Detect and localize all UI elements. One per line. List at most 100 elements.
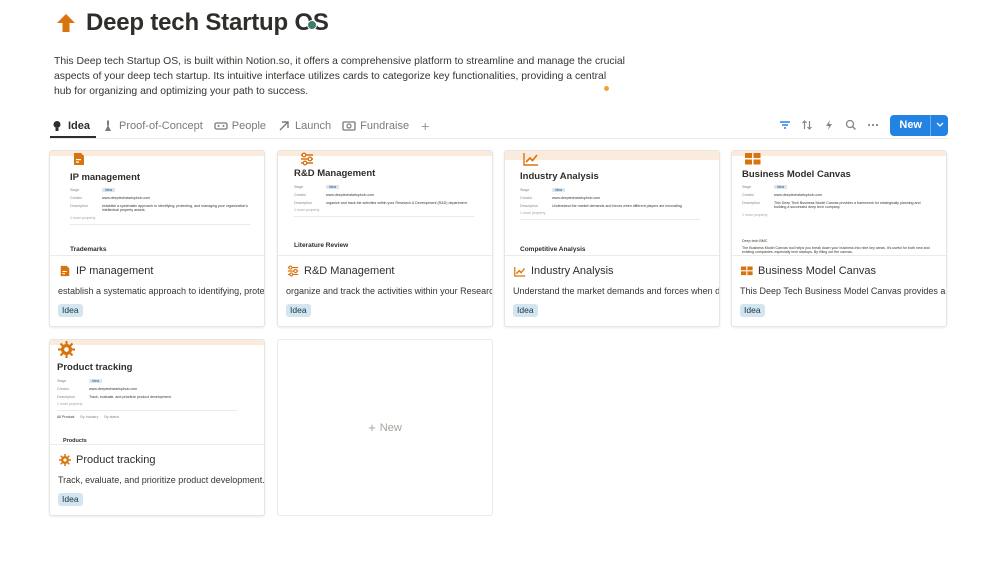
preview-more: 1 more property bbox=[70, 215, 96, 220]
stage-tag: Idea bbox=[740, 304, 765, 317]
preview-more: 1 more property bbox=[294, 208, 320, 213]
presence-avatar bbox=[307, 20, 317, 30]
preview-prop: Stage Idea bbox=[57, 379, 253, 384]
preview-prop: Stage Idea bbox=[70, 188, 250, 193]
card-description: Track, evaluate, and prioritize product … bbox=[58, 475, 265, 485]
tab-label: People bbox=[231, 120, 267, 132]
preview-prop: Creator www.deeptechstartuphub.com bbox=[70, 195, 151, 200]
preview-body: The Business Model Canvas tool helps you… bbox=[742, 246, 930, 255]
card-cover bbox=[732, 151, 946, 156]
preview-properties: Stage Idea Creator www.deeptechstartuphub.… bbox=[294, 185, 474, 221]
chevron-down-icon[interactable] bbox=[930, 114, 948, 136]
page-title[interactable]: Deep tech Startup OS bbox=[86, 9, 329, 37]
card-description: Understand the market demands and forces… bbox=[513, 286, 720, 296]
preview-section: Literature Review bbox=[294, 242, 349, 249]
card-title-row: R&D Management bbox=[286, 263, 395, 279]
flask-icon bbox=[101, 119, 115, 133]
more-icon[interactable] bbox=[862, 114, 884, 136]
card-preview: IP management Stage Idea Creator www.deept… bbox=[50, 151, 264, 256]
filter-icon[interactable] bbox=[774, 114, 796, 136]
sort-icon[interactable] bbox=[796, 114, 818, 136]
title-row: Deep tech Startup OS bbox=[54, 8, 329, 38]
tab-label: Launch bbox=[295, 120, 332, 132]
grid-canvas-icon bbox=[740, 265, 753, 278]
preview-section: Products bbox=[63, 438, 87, 444]
card-description: establish a systematic approach to ident… bbox=[58, 286, 265, 296]
preview-title: IP management bbox=[70, 172, 141, 183]
preview-section: Deep tech BMC bbox=[742, 239, 768, 243]
preview-more: 1 more property bbox=[742, 212, 768, 217]
view-tabs: Idea Proof-of-Concept People Launch Fund… bbox=[50, 114, 429, 138]
preview-divider bbox=[70, 223, 250, 225]
new-card-button[interactable]: + New bbox=[277, 339, 493, 516]
card-title: Product tracking bbox=[76, 454, 156, 466]
card-description: organize and track the activities within… bbox=[286, 286, 492, 296]
card-cover bbox=[50, 340, 264, 345]
preview-title: Industry Analysis bbox=[520, 171, 599, 182]
gallery-card[interactable]: Industry Analysis Stage Idea Creator www.d… bbox=[504, 150, 720, 327]
preview-title: Business Model Canvas bbox=[742, 169, 851, 180]
tab-launch[interactable]: Launch bbox=[277, 115, 331, 137]
preview-prop: Creator www.deeptechstartuphub.com bbox=[520, 195, 601, 200]
card-preview: Industry Analysis Stage Idea Creator www.d… bbox=[505, 151, 719, 256]
new-card-label: New bbox=[379, 421, 402, 434]
arrow-up-icon[interactable] bbox=[54, 11, 78, 35]
gallery-card[interactable]: Product tracking Stage Idea Creator www.de… bbox=[49, 339, 265, 516]
preview-divider bbox=[294, 216, 474, 218]
vr-goggles-icon bbox=[214, 119, 228, 133]
gallery-card[interactable]: Business Model Canvas Stage Idea Creator w… bbox=[731, 150, 947, 327]
lightning-icon[interactable] bbox=[818, 114, 840, 136]
database-toolbar: New bbox=[774, 114, 948, 136]
card-preview: Business Model Canvas Stage Idea Creator w… bbox=[732, 151, 946, 256]
preview-prop: Description establish a systematic approa… bbox=[70, 203, 248, 212]
preview-divider bbox=[520, 219, 700, 221]
preview-prop: Creator www.deeptechstartuphub.com bbox=[294, 192, 375, 197]
preview-prop: Description organize and track the activi… bbox=[294, 200, 468, 205]
tab-proof-of-concept[interactable]: Proof-of-Concept bbox=[101, 115, 203, 137]
add-view-button[interactable]: + bbox=[421, 119, 429, 133]
preview-title: Product tracking bbox=[57, 362, 133, 373]
new-button[interactable]: New bbox=[890, 114, 948, 136]
stage-tag: Idea bbox=[286, 304, 311, 317]
preview-properties: Stage Idea Creator www.deeptechstartuphub.… bbox=[70, 188, 250, 229]
new-button-label: New bbox=[899, 119, 922, 131]
preview-prop: Description Understand the market demands… bbox=[520, 203, 682, 208]
preview-prop: Description Track, evaluate, and prioriti… bbox=[57, 394, 172, 399]
grid-canvas-icon bbox=[745, 152, 761, 166]
card-description: This Deep Tech Business Model Canvas pro… bbox=[740, 286, 946, 296]
search-icon[interactable] bbox=[840, 114, 862, 136]
preview-properties: Stage Idea Creator www.deeptechstartuphub.… bbox=[57, 379, 253, 423]
preview-section: Trademarks bbox=[70, 246, 107, 253]
card-title-row: Industry Analysis bbox=[513, 263, 614, 279]
card-title: IP management bbox=[76, 265, 154, 277]
stage-tag: Idea bbox=[58, 304, 83, 317]
preview-more: 1 more property bbox=[57, 402, 83, 407]
preview-properties: Stage Idea Creator www.deeptechstartuphub.… bbox=[520, 188, 700, 224]
gear-icon bbox=[58, 454, 71, 467]
preview-prop: Stage Idea bbox=[742, 185, 922, 190]
gallery-card[interactable]: IP management Stage Idea Creator www.deept… bbox=[49, 150, 265, 327]
tab-label: Fundraise bbox=[360, 120, 410, 132]
preview-prop: Creator www.deeptechstartuphub.com bbox=[57, 386, 138, 391]
tab-label: Proof-of-Concept bbox=[119, 120, 203, 132]
preview-section: Competitive Analysis bbox=[520, 246, 586, 253]
card-title-row: Product tracking bbox=[58, 452, 155, 468]
trend-chart-icon bbox=[523, 152, 538, 166]
preview-properties: Stage Idea Creator www.deeptechstartuphub.… bbox=[742, 185, 922, 217]
page-description[interactable]: This Deep tech Startup OS, is built with… bbox=[54, 54, 626, 99]
tab-idea[interactable]: Idea bbox=[50, 115, 90, 137]
arrow-diagonal-icon bbox=[277, 119, 291, 133]
tabs-divider bbox=[50, 138, 948, 139]
document-icon bbox=[72, 152, 86, 166]
card-title: Business Model Canvas bbox=[758, 265, 877, 277]
preview-prop: Stage Idea bbox=[294, 185, 474, 190]
lightbulb-icon bbox=[50, 119, 64, 133]
card-title: R&D Management bbox=[304, 265, 395, 277]
gear-icon bbox=[58, 341, 75, 358]
tab-people[interactable]: People bbox=[214, 115, 266, 137]
gallery-card[interactable]: R&D Management Stage Idea Creator www.deep… bbox=[277, 150, 493, 327]
tab-fundraise[interactable]: Fundraise bbox=[342, 115, 409, 137]
sliders-icon bbox=[286, 265, 299, 278]
preview-views: All Product By Industry By status bbox=[57, 415, 120, 420]
preview-prop: Stage Idea bbox=[520, 188, 700, 193]
